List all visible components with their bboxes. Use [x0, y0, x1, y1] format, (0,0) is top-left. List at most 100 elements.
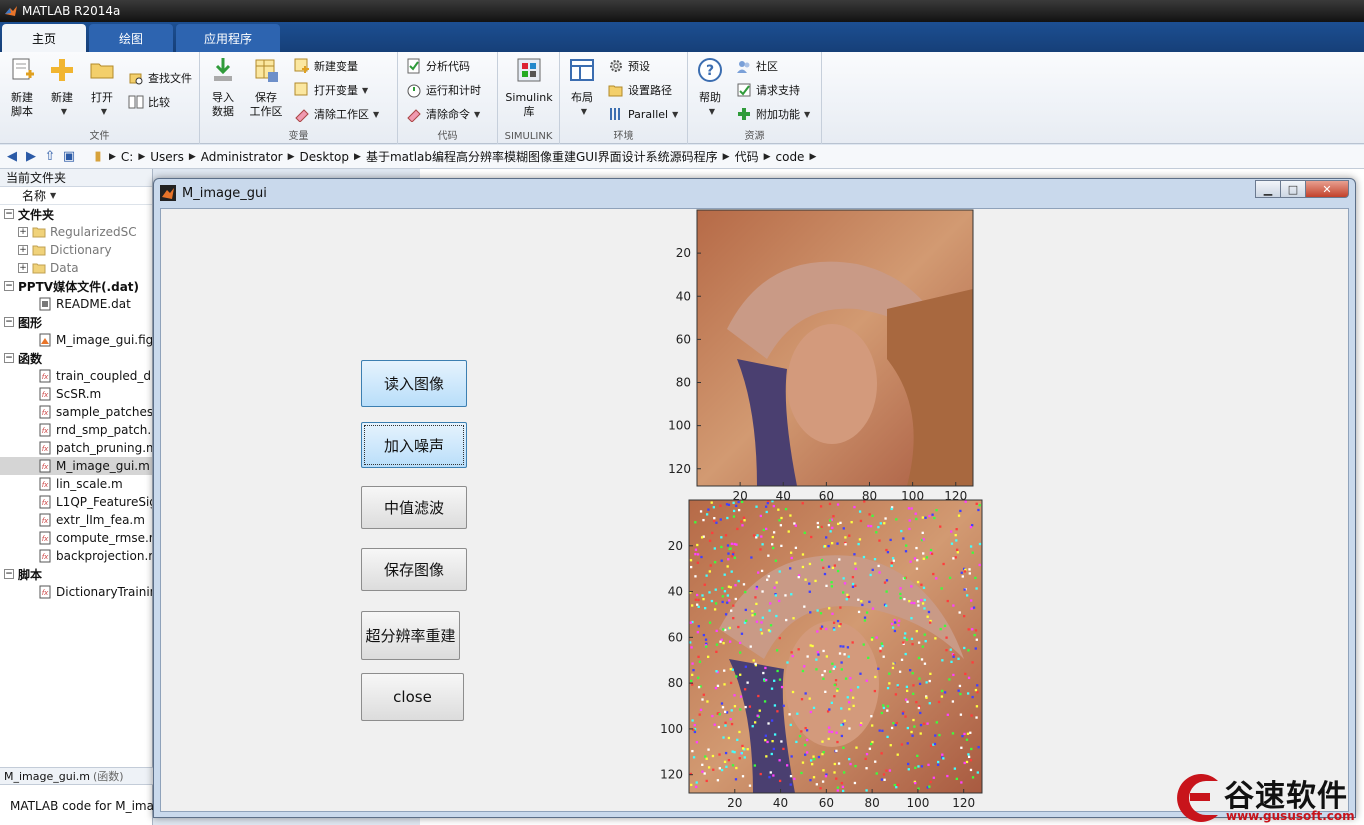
- tree-item[interactable]: + Data: [0, 259, 152, 277]
- noise-pixel: [926, 615, 929, 618]
- tree-category[interactable]: − PPTV媒体文件(.dat): [0, 277, 152, 295]
- tree-category[interactable]: − 文件夹: [0, 205, 152, 223]
- tree-item[interactable]: fx backprojection.m: [0, 547, 152, 565]
- breadcrumb-project[interactable]: 基于matlab编程高分辨率模糊图像重建GUI界面设计系统源码程序: [366, 148, 718, 165]
- compare-button[interactable]: 比较: [128, 92, 170, 112]
- data-file-icon: [39, 297, 51, 311]
- parallel-button[interactable]: Parallel ▼: [608, 104, 678, 124]
- tree-item[interactable]: + RegularizedSC: [0, 223, 152, 241]
- noise-pixel: [830, 581, 833, 584]
- forward-arrow-icon[interactable]: ▶: [23, 149, 39, 165]
- noise-pixel: [724, 613, 728, 616]
- breadcrumb-desktop[interactable]: Desktop: [300, 150, 350, 164]
- collapse-icon[interactable]: −: [4, 353, 14, 363]
- breadcrumb-administrator[interactable]: Administrator: [201, 150, 283, 164]
- tree-item[interactable]: README.dat: [0, 295, 152, 313]
- tree-item[interactable]: fx compute_rmse.m: [0, 529, 152, 547]
- figure-title-bar[interactable]: M_image_gui ▁ □ ✕: [154, 179, 1355, 207]
- collapse-icon[interactable]: −: [4, 209, 14, 219]
- tree-category[interactable]: − 脚本: [0, 565, 152, 583]
- tab-apps[interactable]: 应用程序: [176, 24, 280, 52]
- expand-icon[interactable]: +: [18, 263, 28, 273]
- clear-commands-button[interactable]: 清除命令 ▼: [406, 104, 480, 124]
- tree-item[interactable]: M_image_gui.fig: [0, 331, 152, 349]
- tree-item[interactable]: fx lin_scale.m: [0, 475, 152, 493]
- run-and-time-button[interactable]: 运行和计时: [406, 80, 481, 100]
- expand-icon[interactable]: +: [18, 245, 28, 255]
- layout-button[interactable]: 布局 ▼: [562, 56, 602, 119]
- median-filter-button[interactable]: 中值滤波: [361, 486, 467, 529]
- breadcrumb-drive[interactable]: C:: [121, 150, 133, 164]
- save-workspace-button[interactable]: 保存 工作区: [244, 56, 288, 119]
- tab-home[interactable]: 主页: [2, 24, 86, 52]
- name-column-header[interactable]: 名称 ▼: [0, 187, 152, 205]
- find-files-button[interactable]: 查找文件: [128, 68, 192, 88]
- tree-item[interactable]: fx DictionaryTraining.m: [0, 583, 152, 601]
- tree-item[interactable]: fx ScSR.m: [0, 385, 152, 403]
- minimize-icon[interactable]: ▁: [1255, 180, 1281, 198]
- tree-item[interactable]: fx extr_lIm_fea.m: [0, 511, 152, 529]
- maximize-icon[interactable]: □: [1280, 180, 1306, 198]
- import-data-button[interactable]: 导入 数据: [203, 56, 243, 119]
- noise-pixel: [773, 733, 777, 736]
- open-variable-button[interactable]: 打开变量 ▼: [294, 80, 368, 100]
- request-support-button[interactable]: 请求支持: [736, 80, 800, 100]
- read-image-button[interactable]: 读入图像: [361, 360, 467, 407]
- tab-plots[interactable]: 绘图: [89, 24, 173, 52]
- add-ons-button[interactable]: 附加功能 ▼: [736, 104, 810, 124]
- noise-pixel: [914, 766, 917, 769]
- noise-pixel: [966, 594, 969, 597]
- analyze-code-button[interactable]: 分析代码: [406, 56, 470, 76]
- noise-pixel: [885, 769, 888, 772]
- tree-item[interactable]: fx rnd_smp_patch.m: [0, 421, 152, 439]
- back-arrow-icon[interactable]: ◀: [4, 149, 20, 165]
- noise-pixel: [801, 502, 804, 505]
- breadcrumb-users[interactable]: Users: [150, 150, 184, 164]
- collapse-icon[interactable]: −: [4, 281, 14, 291]
- simulink-library-button[interactable]: Simulink 库: [504, 56, 554, 119]
- noise-pixel: [695, 785, 698, 789]
- new-variable-button[interactable]: 新建变量: [294, 56, 358, 76]
- tree-item[interactable]: fx sample_patches.m: [0, 403, 152, 421]
- add-noise-button[interactable]: 加入噪声: [361, 422, 467, 468]
- tree-item[interactable]: fx train_coupled_dict.m: [0, 367, 152, 385]
- face-shape: [787, 324, 877, 444]
- open-button[interactable]: 打开 ▼: [82, 56, 122, 119]
- preferences-button[interactable]: 预设: [608, 56, 650, 76]
- close-icon[interactable]: ✕: [1305, 180, 1349, 198]
- up-folder-icon[interactable]: ⇧: [42, 149, 58, 165]
- tree-category[interactable]: − 图形: [0, 313, 152, 331]
- noise-pixel: [694, 598, 697, 601]
- resources-group: ? 帮助 ▼ 社区 请求支持 附加功能 ▼ 资源: [688, 52, 822, 144]
- noise-pixel: [702, 633, 706, 637]
- expand-icon[interactable]: +: [18, 227, 28, 237]
- noise-pixel: [822, 649, 825, 653]
- new-script-button[interactable]: 新建 脚本: [2, 56, 42, 119]
- noise-pixel: [910, 601, 913, 605]
- super-resolution-button[interactable]: 超分辨率重建: [361, 611, 460, 660]
- breadcrumb-code-cn[interactable]: 代码: [735, 148, 759, 165]
- tree-item[interactable]: fx M_image_gui.m: [0, 457, 152, 475]
- tree-item[interactable]: fx patch_pruning.m: [0, 439, 152, 457]
- tree-item[interactable]: + Dictionary: [0, 241, 152, 259]
- clear-workspace-button[interactable]: 清除工作区 ▼: [294, 104, 379, 124]
- save-image-button[interactable]: 保存图像: [361, 548, 467, 591]
- tree-category[interactable]: − 函数: [0, 349, 152, 367]
- noise-pixel: [827, 523, 831, 527]
- tree-item[interactable]: fx L1QP_FeatureSign.m: [0, 493, 152, 511]
- noise-pixel: [741, 775, 745, 778]
- collapse-icon[interactable]: −: [4, 317, 14, 327]
- breadcrumb-code[interactable]: code: [776, 150, 805, 164]
- import-icon: [214, 58, 232, 81]
- tree-item-label: M_image_gui.m: [56, 459, 150, 473]
- close-button[interactable]: close: [361, 673, 464, 721]
- noise-pixel: [788, 713, 791, 716]
- new-button[interactable]: 新建 ▼: [42, 56, 82, 119]
- help-button[interactable]: ? 帮助 ▼: [690, 56, 730, 119]
- collapse-icon[interactable]: −: [4, 569, 14, 579]
- noise-pixel: [754, 596, 757, 599]
- noise-pixel: [974, 629, 978, 632]
- browse-folder-icon[interactable]: ▣: [61, 149, 77, 165]
- community-button[interactable]: 社区: [736, 56, 778, 76]
- set-path-button[interactable]: 设置路径: [608, 80, 672, 100]
